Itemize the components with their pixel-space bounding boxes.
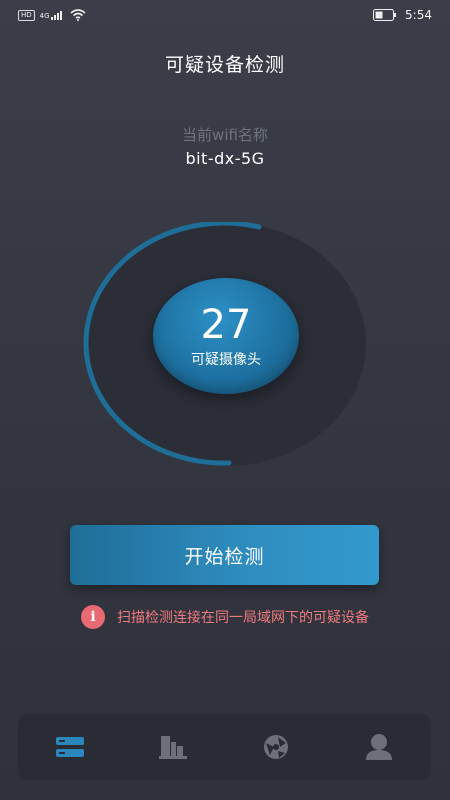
scan-hint: i 扫描检测连接在同一局域网下的可疑设备 [0, 605, 450, 629]
suspicious-count: 27 [200, 302, 252, 348]
bottom-tab-bar [18, 714, 431, 780]
wifi-name: bit-dx-5G [185, 149, 265, 168]
clock-time: 5:54 [405, 8, 432, 22]
network-type-label: 4G [39, 12, 50, 20]
server-list-icon [55, 737, 84, 757]
tab-network[interactable] [246, 722, 306, 772]
globe-icon [264, 735, 289, 759]
hint-text: 扫描检测连接在同一局域网下的可疑设备 [117, 610, 369, 626]
signal-icon: 4G [40, 10, 65, 20]
scan-gauge: 27 可疑摄像头 [83, 222, 367, 466]
page-title: 可疑设备检测 [164, 54, 285, 76]
status-bar: HD 4G 5:54 [0, 0, 450, 30]
tab-profile[interactable] [349, 722, 409, 772]
info-icon: i [81, 605, 105, 629]
hd-badge: HD [18, 9, 35, 21]
suspicious-count-label: 可疑摄像头 [191, 352, 261, 368]
battery-icon [373, 9, 397, 21]
tab-stats[interactable] [143, 722, 203, 772]
count-badge: 27 可疑摄像头 [153, 278, 299, 394]
bar-chart-icon [158, 736, 187, 759]
user-icon [366, 734, 393, 760]
start-scan-button[interactable]: 开始检测 [70, 525, 379, 585]
wifi-label: 当前wifi名称 [182, 126, 268, 144]
status-left: HD 4G [18, 9, 86, 21]
status-right: 5:54 [373, 8, 432, 22]
wifi-icon [70, 9, 86, 21]
tab-devices[interactable] [40, 722, 100, 772]
